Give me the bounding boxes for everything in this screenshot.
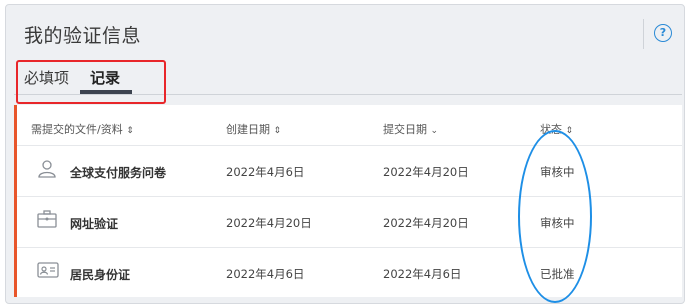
document-name[interactable]: 网址验证 [70, 215, 118, 232]
submitted-date: 2022年4月6日 [383, 267, 462, 281]
created-date: 2022年4月6日 [226, 267, 305, 281]
briefcase-icon [37, 210, 57, 232]
sort-icon: ⇕ [273, 126, 282, 136]
document-name[interactable]: 居民身份证 [70, 266, 130, 283]
tabs-highlight-box [16, 60, 166, 104]
verification-panel: 我的验证信息 ? 必填项 记录 需提交的文件/资料 ⇕ 创建日期 ⇕ 提交日期 … [5, 4, 685, 304]
header-submitted-label: 提交日期 [383, 123, 427, 136]
user-icon [37, 159, 57, 183]
header-created-label: 创建日期 [226, 123, 270, 136]
header-created-date[interactable]: 创建日期 ⇕ [226, 121, 281, 137]
id-card-icon [37, 262, 59, 282]
created-date: 2022年4月6日 [226, 165, 305, 179]
question-circle-icon[interactable]: ? [654, 24, 672, 42]
submitted-date: 2022年4月20日 [383, 165, 469, 179]
sort-icon: ⇕ [126, 126, 134, 136]
status-highlight-ellipse [518, 130, 592, 303]
document-name[interactable]: 全球支付服务问卷 [70, 164, 166, 181]
chevron-down-icon: ⌄ [430, 126, 439, 136]
header-document-label: 需提交的文件/资料 [31, 123, 123, 136]
header-submitted-date[interactable]: 提交日期 ⌄ [383, 121, 438, 137]
created-date: 2022年4月20日 [226, 216, 312, 230]
title-divider [643, 19, 644, 49]
row-divider [17, 145, 682, 146]
submitted-date: 2022年4月20日 [383, 216, 469, 230]
page-title: 我的验证信息 [24, 25, 142, 47]
header-document[interactable]: 需提交的文件/资料 ⇕ [31, 121, 134, 137]
